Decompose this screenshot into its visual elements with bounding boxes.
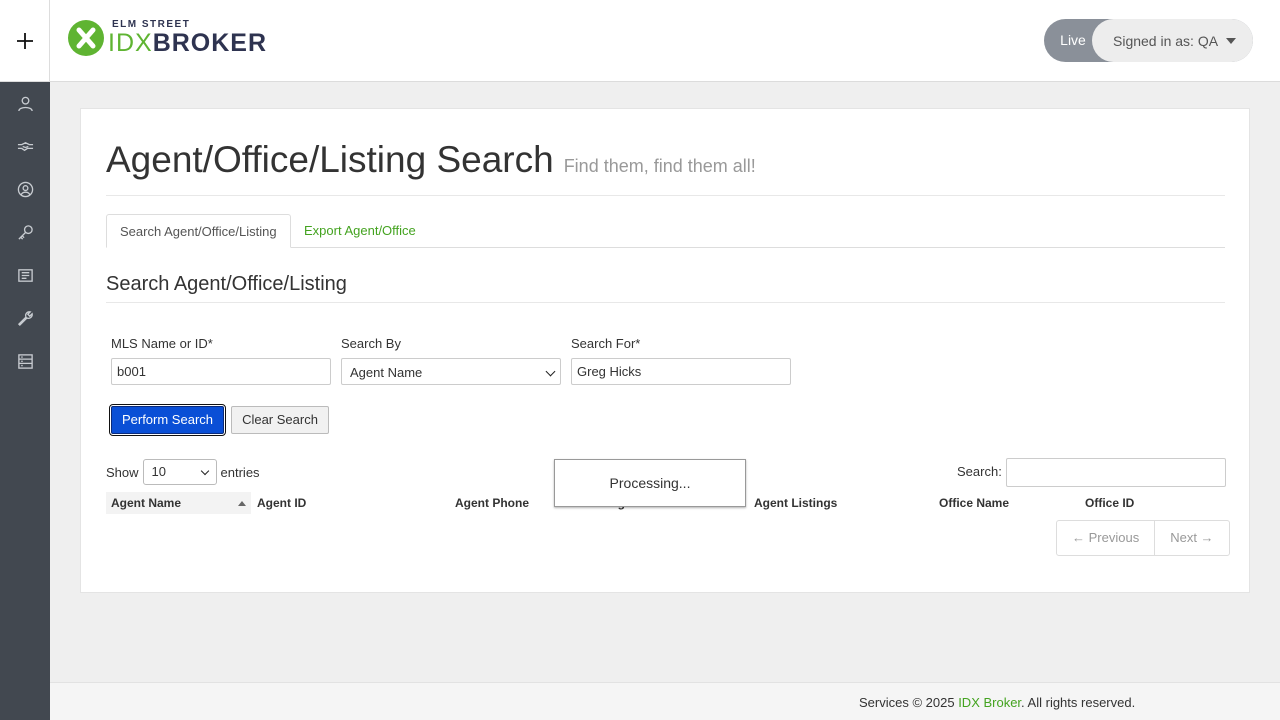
column-header-label: Agent Name: [111, 496, 182, 510]
sidebar-item-content[interactable]: [0, 254, 50, 297]
search-for-input[interactable]: [571, 358, 791, 385]
column-header-office-id[interactable]: Office ID: [1080, 492, 1134, 514]
tab-export[interactable]: Export Agent/Office: [291, 214, 429, 248]
plus-icon: [16, 32, 33, 49]
next-page-button[interactable]: Next →: [1155, 521, 1228, 555]
signed-in-dropdown[interactable]: Signed in as: QA: [1092, 19, 1253, 62]
mls-label: MLS Name or ID*: [111, 336, 213, 351]
page-title: Agent/Office/Listing Search: [106, 139, 554, 180]
logo-x-icon: [68, 20, 104, 56]
clear-search-button[interactable]: Clear Search: [231, 406, 329, 434]
footer-suffix: . All rights reserved.: [1021, 695, 1136, 710]
logo-broker-text: BROKER: [152, 29, 268, 57]
column-header-agent-id[interactable]: Agent ID: [252, 492, 306, 514]
idx-broker-logo[interactable]: ELM STREET IDXBROKER: [68, 20, 267, 56]
show-label: Show: [106, 464, 139, 480]
column-header-office-name[interactable]: Office Name: [934, 492, 1009, 514]
left-sidebar: [0, 0, 50, 720]
table-search-label: Search:: [957, 464, 1002, 479]
perform-search-button[interactable]: Perform Search: [109, 404, 226, 436]
sidebar-item-account[interactable]: [0, 168, 50, 211]
page-size-select[interactable]: 10: [142, 459, 217, 485]
footer-brand-link[interactable]: IDX Broker: [958, 695, 1021, 710]
user-icon: [17, 96, 33, 112]
search-by-select[interactable]: Agent Name: [341, 358, 561, 385]
server-icon: [17, 354, 33, 369]
sidebar-item-partners[interactable]: [0, 125, 50, 168]
sort-ascending-icon: [238, 501, 246, 506]
sidebar-item-tools[interactable]: [0, 297, 50, 340]
column-header-agent-listings[interactable]: Agent Listings: [749, 492, 837, 514]
previous-page-button[interactable]: ← Previous: [1057, 521, 1156, 555]
caret-down-icon: [1226, 37, 1237, 44]
section-title: Search Agent/Office/Listing: [106, 273, 1225, 303]
pagination: ← Previous Next →: [1056, 520, 1230, 556]
newspaper-icon: [17, 269, 33, 282]
tab-bar: Search Agent/Office/Listing Export Agent…: [106, 214, 1225, 248]
page-length-control: Show 10 entries: [106, 459, 260, 485]
account-circle-icon: [17, 181, 33, 198]
logo-idx-text: IDX: [108, 29, 153, 57]
page-size-value: 10: [151, 464, 166, 479]
entries-label: entries: [220, 464, 260, 480]
mls-input[interactable]: [111, 358, 331, 385]
user-menu: Live Signed in as: QA: [1044, 19, 1253, 62]
column-header-agent-name[interactable]: Agent Name: [106, 492, 251, 514]
search-for-label: Search For*: [571, 336, 641, 351]
sidebar-item-keys[interactable]: [0, 211, 50, 254]
top-header: ELM STREET IDXBROKER Live Signed in as: …: [50, 0, 1280, 82]
table-search-input[interactable]: [1006, 458, 1226, 487]
add-button[interactable]: [0, 0, 50, 82]
processing-indicator: Processing...: [554, 459, 746, 507]
sidebar-item-data[interactable]: [0, 340, 50, 383]
search-by-value: Agent Name: [350, 365, 423, 380]
signed-in-label: Signed in as: QA: [1113, 32, 1219, 49]
chevron-down-icon: [200, 466, 209, 476]
main-card: Agent/Office/Listing Search Find them, f…: [80, 108, 1250, 593]
wrench-icon: [17, 311, 33, 327]
column-header-agent-phone[interactable]: Agent Phone: [450, 492, 529, 514]
tab-search[interactable]: Search Agent/Office/Listing: [106, 214, 291, 248]
chevron-down-icon: [545, 366, 556, 377]
handshake-icon: [17, 141, 33, 152]
footer: Services © 2025 IDX Broker. All rights r…: [50, 682, 1280, 720]
page-subtitle: Find them, find them all!: [563, 156, 756, 176]
footer-prefix: Services © 2025: [859, 695, 959, 710]
search-by-label: Search By: [341, 336, 401, 351]
key-icon: [17, 225, 33, 240]
sidebar-item-users[interactable]: [0, 82, 50, 125]
